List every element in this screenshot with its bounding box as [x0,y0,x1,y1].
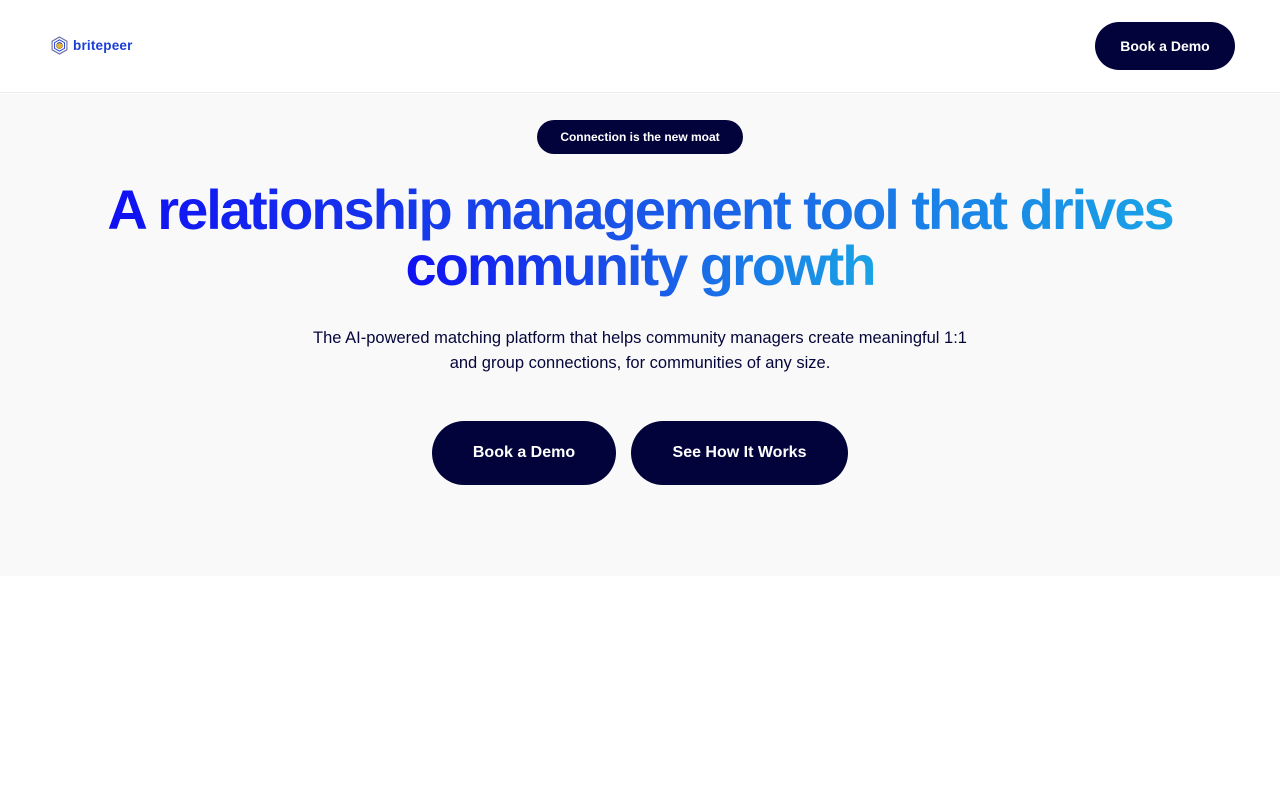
description-line-1: The AI-powered matching platform that he… [313,329,967,347]
tagline-badge: Connection is the new moat [537,120,743,154]
header-book-demo-button[interactable]: Book a Demo [1095,22,1235,70]
site-header: britepeer Book a Demo [0,0,1280,93]
hero-book-demo-button[interactable]: Book a Demo [432,421,616,485]
logo-wordmark: britepeer [73,38,133,53]
hero-description: The AI-powered matching platform that he… [290,326,990,376]
hero-headline: A relationship management tool that driv… [100,182,1180,294]
headline-line-2: community growth [405,234,877,297]
headline-line-1: A relationship management tool that driv… [107,178,1174,241]
see-how-it-works-button[interactable]: See How It Works [631,421,848,485]
description-line-2: and group connections, for communities o… [449,354,831,372]
hexagon-shield-logo-icon [51,36,68,55]
hero-section: Connection is the new moat A relationshi… [0,94,1280,576]
logo-link[interactable]: britepeer [50,36,133,55]
lower-blank-area [0,576,1280,800]
